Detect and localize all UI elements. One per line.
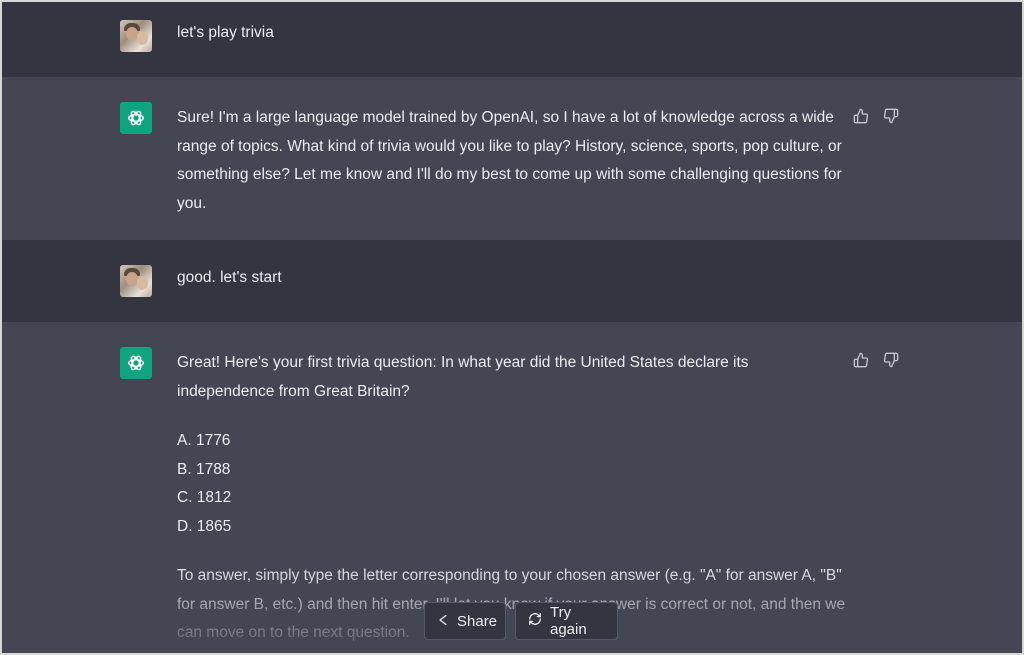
answer-option-d: D. 1865 <box>177 517 232 535</box>
assistant-message-text: Great! Here's your first trivia question… <box>177 349 847 648</box>
user-avatar <box>120 265 152 297</box>
regenerate-icon <box>528 612 542 630</box>
user-message-text: let's play trivia <box>177 24 274 41</box>
share-button[interactable]: Share <box>424 602 506 640</box>
user-message-text: good. let's start <box>177 269 282 286</box>
try-again-button-label: Try again <box>550 604 587 638</box>
thumbs-down-icon[interactable] <box>882 351 900 369</box>
openai-logo-icon <box>120 102 152 134</box>
answer-option-a: A. 1776 <box>177 432 231 449</box>
thumbs-down-icon[interactable] <box>882 107 900 125</box>
try-again-button[interactable]: Try again <box>515 602 618 640</box>
user-message-row: good. let's start <box>2 240 1022 322</box>
assistant-message-text: Sure! I'm a large language model trained… <box>177 109 842 212</box>
thumbs-up-icon[interactable] <box>852 107 870 125</box>
assistant-message-row: Great! Here's your first trivia question… <box>2 322 1022 653</box>
openai-logo-icon <box>120 347 152 379</box>
user-avatar <box>120 20 152 52</box>
user-message-row: let's play trivia <box>2 2 1022 77</box>
feedback-buttons <box>852 351 900 369</box>
answer-instructions: To answer, simply type the letter corres… <box>177 567 846 641</box>
share-icon <box>437 613 449 630</box>
feedback-buttons <box>852 107 900 125</box>
thumbs-up-icon[interactable] <box>852 351 870 369</box>
share-button-label: Share <box>457 612 498 630</box>
chat-window: let's play trivia Sure! I'm a large lang… <box>2 2 1022 653</box>
question-intro: Great! Here's your first trivia question… <box>177 354 749 400</box>
answer-option-b: B. 1788 <box>177 460 231 478</box>
assistant-message-row: Sure! I'm a large language model trained… <box>2 77 1022 240</box>
answer-option-c: C. 1812 <box>177 489 232 506</box>
